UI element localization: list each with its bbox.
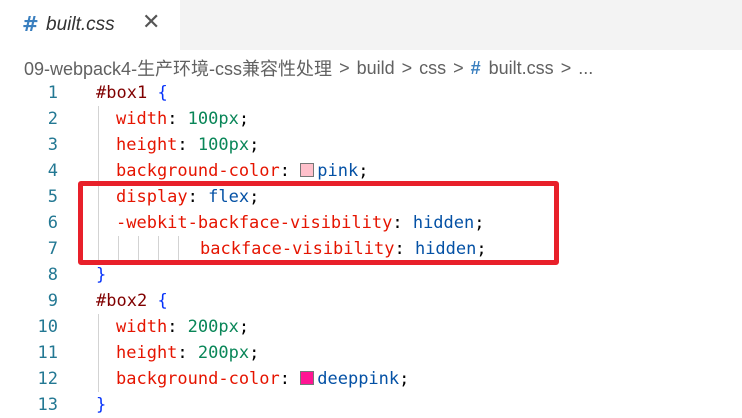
line-number: 5 [47, 187, 58, 207]
css-property: width [116, 317, 168, 337]
breadcrumb-item-file[interactable]: built.css [489, 58, 554, 79]
css-selector: #box2 [96, 291, 148, 311]
line-number: 6 [47, 213, 58, 233]
css-property: background-color [116, 161, 280, 181]
breadcrumb-item-css[interactable]: css [419, 58, 446, 79]
css-property: height [116, 135, 178, 155]
color-swatch[interactable] [300, 371, 315, 385]
chevron-right-icon: > [453, 57, 464, 78]
color-swatch[interactable] [300, 163, 315, 177]
css-value: 100px [197, 135, 250, 155]
line-number: 10 [37, 317, 58, 337]
line-number: 8 [47, 265, 58, 285]
css-property: background-color [116, 369, 280, 389]
indent-guide [98, 366, 99, 392]
tab-label: built.css [46, 14, 115, 35]
css-value: 200px [197, 343, 250, 363]
css-declaration: width: 200px; [116, 317, 250, 337]
css-declaration: height: 100px; [116, 135, 260, 155]
breadcrumb-item-build[interactable]: build [357, 58, 395, 79]
highlight-annotation-box [78, 181, 559, 265]
chevron-right-icon: > [560, 57, 572, 78]
tab-bar: # built.css ✕ [0, 0, 742, 50]
css-declaration: width: 100px; [116, 109, 250, 129]
chevron-right-icon: > [339, 57, 350, 78]
close-brace-line: } [96, 262, 106, 288]
line-number: 11 [37, 343, 58, 363]
close-brace: } [96, 265, 107, 285]
css-selector-line: #box1 { [96, 80, 168, 106]
css-property: height [116, 343, 178, 363]
line-number: 12 [37, 369, 58, 389]
code-line[interactable]: 12 background-color: deeppink; [0, 366, 742, 392]
chevron-right-icon: > [401, 57, 413, 78]
close-brace: } [96, 395, 107, 415]
code-line[interactable]: 9 #box2 { [0, 288, 742, 314]
breadcrumb-more[interactable]: ... [578, 58, 593, 79]
css-declaration: background-color: deeppink; [116, 369, 410, 389]
indent-guide [98, 314, 99, 340]
code-line[interactable]: 13} [0, 392, 742, 418]
css-value: deeppink [317, 369, 400, 389]
css-selector: #box1 [96, 83, 148, 103]
indent-guide [98, 340, 99, 366]
open-brace: { [157, 83, 168, 103]
line-number: 1 [47, 83, 58, 103]
css-value: 200px [187, 317, 239, 337]
code-line[interactable]: 3 height: 100px; [0, 132, 742, 158]
code-line[interactable]: 8} [0, 262, 742, 288]
close-brace-line: } [96, 392, 106, 418]
line-number: 9 [47, 291, 58, 311]
css-value: 100px [187, 109, 239, 129]
indent-guide [98, 106, 99, 132]
css-property: width [116, 109, 168, 129]
line-number: 4 [47, 161, 58, 181]
css-file-icon: # [22, 12, 39, 36]
line-number: 13 [37, 395, 58, 415]
breadcrumb-item-project[interactable]: 09-webpack4-生产环境-css兼容性处理 [24, 55, 332, 81]
code-line[interactable]: 10 width: 200px; [0, 314, 742, 340]
line-number: 3 [47, 135, 58, 155]
indent-guide [98, 132, 99, 158]
tab-built-css[interactable]: # built.css ✕ [0, 0, 180, 50]
breadcrumb: 09-webpack4-生产环境-css兼容性处理 > build > css … [24, 56, 593, 80]
close-icon[interactable]: ✕ [142, 10, 160, 35]
code-line[interactable]: 1 #box1 { [0, 80, 742, 106]
code-line[interactable]: 11 height: 200px; [0, 340, 742, 366]
open-brace: { [157, 291, 168, 311]
line-number: 7 [47, 239, 58, 259]
line-number: 2 [47, 109, 58, 129]
css-value: pink [317, 161, 359, 181]
css-declaration: height: 200px; [116, 343, 260, 363]
code-line[interactable]: 2 width: 100px; [0, 106, 742, 132]
css-selector-line: #box2 { [96, 288, 168, 314]
css-file-icon: # [470, 57, 481, 78]
